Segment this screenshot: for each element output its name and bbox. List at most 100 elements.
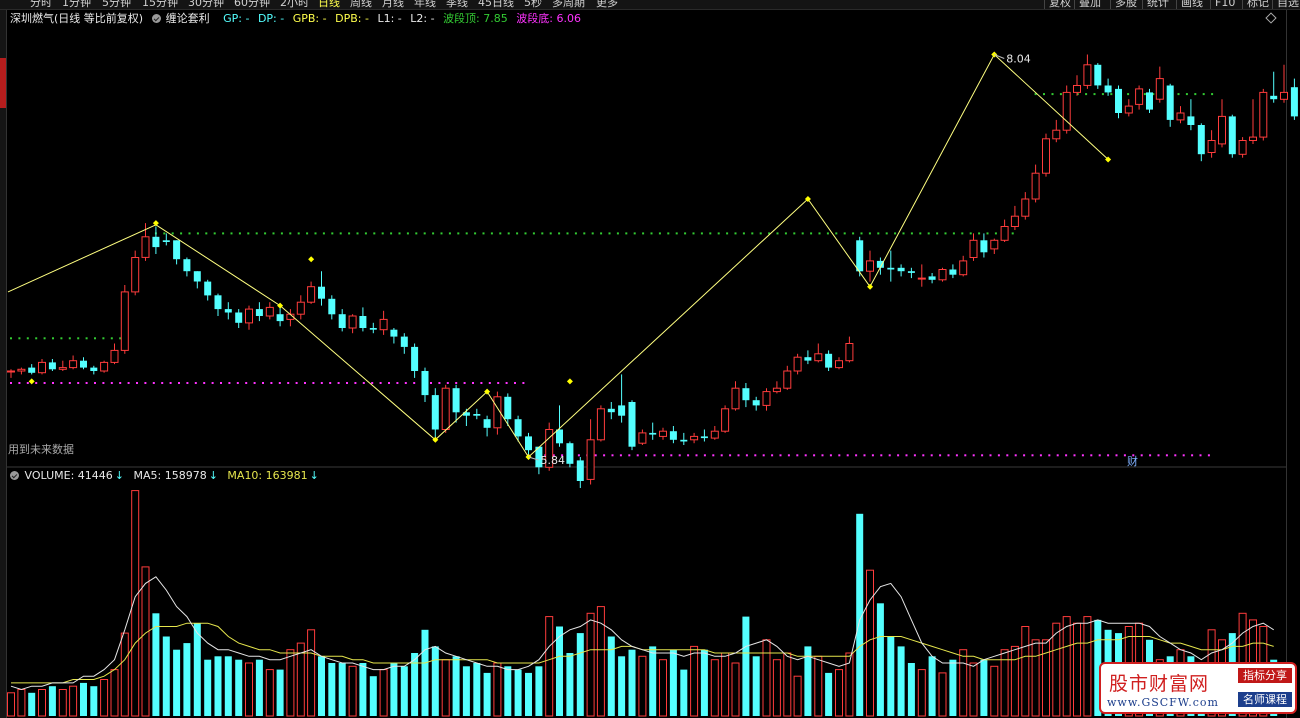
- candle-body-110: [1146, 92, 1153, 110]
- volume-bar-59: [618, 656, 626, 716]
- volume-bar-6: [69, 685, 78, 717]
- volume-value: VOLUME: 41446: [24, 469, 113, 482]
- level-dot-4: [1177, 93, 1180, 96]
- level-dot-1: [43, 337, 46, 340]
- level-dot-2: [68, 382, 71, 384]
- level-dot-4: [1211, 93, 1214, 96]
- level-dot-2: [371, 382, 374, 384]
- candle-body-19: [204, 281, 212, 296]
- candle-body-105: [1094, 64, 1102, 86]
- candle-body-13: [141, 236, 150, 258]
- finance-marker[interactable]: 财: [1127, 453, 1138, 469]
- level-dot-2: [346, 382, 348, 384]
- volume-bar-35: [369, 676, 377, 716]
- volume-bar-41: [431, 646, 439, 716]
- kline-chart[interactable]: 8.04 5.84: [0, 0, 1300, 718]
- volume-bar-45: [473, 663, 481, 716]
- volume-bar-87: [907, 663, 915, 716]
- level-dot-0: [902, 232, 905, 235]
- candle-body-101: [1052, 129, 1061, 140]
- level-dot-2: [455, 382, 458, 384]
- volume-info-bar: VOLUME: 41446 ↓ MA5: 158978 ↓ MA10: 163981…: [10, 469, 321, 483]
- level-dot-0: [717, 232, 720, 235]
- volume-toggle-icon[interactable]: [10, 471, 19, 480]
- level-dot-3: [930, 454, 933, 457]
- candle-body-0: [7, 370, 15, 373]
- level-dot-3: [1031, 454, 1034, 457]
- candle-body-109: [1135, 88, 1144, 105]
- level-dot-0: [961, 232, 964, 235]
- level-dot-3: [661, 454, 664, 457]
- level-dot-0: [255, 232, 258, 235]
- volume-bar-54: [566, 653, 574, 716]
- level-dot-0: [465, 232, 468, 235]
- level-dot-0: [415, 232, 418, 235]
- volume-bar-37: [390, 663, 398, 716]
- level-dot-1: [94, 337, 96, 340]
- candle-body-57: [596, 408, 605, 441]
- volume-bar-34: [359, 663, 367, 716]
- level-dot-1: [68, 337, 71, 340]
- level-dot-1: [35, 337, 38, 340]
- level-dot-3: [1039, 454, 1042, 457]
- level-dot-0: [356, 232, 359, 235]
- candle-body-82: [856, 240, 864, 272]
- volume-bar-44: [462, 666, 470, 716]
- level-dot-3: [813, 454, 816, 457]
- level-dot-0: [188, 232, 191, 235]
- level-dot-4: [1185, 93, 1188, 96]
- level-dot-3: [1081, 454, 1084, 457]
- volume-bar-30: [318, 656, 325, 716]
- volume-bar-3: [38, 689, 46, 717]
- level-dot-0: [835, 232, 838, 235]
- candle-body-124: [1290, 87, 1298, 117]
- volume-bar-68: [710, 659, 719, 717]
- level-dot-2: [379, 382, 382, 384]
- level-dot-3: [846, 454, 849, 457]
- level-lines: [10, 93, 1214, 457]
- level-dot-2: [312, 382, 315, 384]
- level-dot-2: [438, 382, 441, 384]
- level-dot-0: [860, 232, 863, 235]
- level-dot-3: [1090, 454, 1093, 457]
- level-dot-0: [524, 232, 527, 235]
- level-dot-0: [549, 232, 552, 235]
- level-dot-2: [287, 382, 290, 384]
- high-label-leader: [994, 54, 1005, 59]
- volume-bar-15: [162, 636, 170, 716]
- volume-bar-50: [525, 672, 532, 716]
- volume-bar-9: [100, 679, 109, 717]
- candle-body-58: [607, 408, 615, 413]
- level-dot-4: [1093, 93, 1096, 96]
- candle-body-70: [731, 387, 740, 410]
- volume-bar-103: [1073, 622, 1081, 717]
- candle-body-108: [1124, 105, 1133, 114]
- level-dot-2: [10, 382, 12, 384]
- level-dot-0: [306, 232, 309, 235]
- level-dot-3: [670, 454, 673, 457]
- level-dot-0: [566, 232, 569, 235]
- candle-body-71: [742, 388, 750, 401]
- candle-body-53: [556, 429, 563, 444]
- candle-body-69: [721, 408, 730, 432]
- volume-bar-47: [493, 662, 502, 717]
- level-dot-3: [838, 454, 841, 457]
- level-dot-0: [625, 232, 628, 235]
- level-dot-3: [939, 454, 942, 457]
- level-dot-0: [289, 232, 292, 235]
- level-dot-0: [776, 232, 779, 235]
- candle-body-90: [938, 269, 947, 281]
- level-dot-3: [972, 454, 975, 457]
- level-dot-0: [423, 232, 426, 235]
- level-dot-0: [616, 232, 619, 235]
- level-dot-2: [136, 382, 138, 384]
- zigzag-line: [7, 53, 1109, 458]
- level-dot-3: [577, 454, 580, 457]
- candle-body-23: [245, 308, 253, 324]
- level-dot-3: [603, 454, 606, 457]
- level-dot-0: [390, 232, 393, 235]
- level-dot-3: [1023, 454, 1026, 457]
- volume-bar-92: [959, 649, 968, 717]
- level-dot-2: [488, 382, 491, 384]
- candle-body-95: [990, 239, 999, 250]
